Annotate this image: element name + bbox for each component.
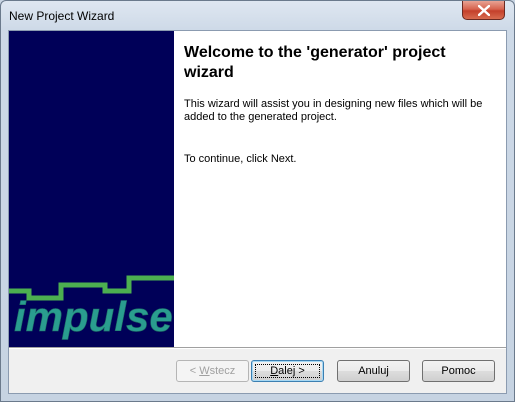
close-icon: [478, 5, 490, 16]
back-button-mnemonic: W: [199, 365, 210, 377]
wizard-client-area: impulse Welcome to the 'generator' proje…: [8, 30, 507, 394]
focus-rect: [255, 364, 320, 378]
wizard-content: Welcome to the 'generator' project wizar…: [174, 31, 506, 347]
cancel-button[interactable]: Anuluj: [337, 360, 410, 382]
window-title: New Project Wizard: [9, 9, 115, 23]
next-button[interactable]: Dalej >: [251, 360, 324, 382]
back-button-prefix: <: [189, 365, 200, 377]
help-button[interactable]: Pomoc: [422, 360, 495, 382]
help-button-label: Pomoc: [441, 365, 476, 377]
back-button-label: stecz: [209, 365, 236, 377]
wizard-side-panel: impulse: [9, 31, 174, 347]
impulse-logo: impulse: [9, 275, 174, 340]
separator-line: [9, 347, 506, 349]
close-button[interactable]: [462, 1, 505, 20]
logo-text: impulse: [14, 293, 173, 340]
page-title: Welcome to the 'generator' project wizar…: [184, 44, 446, 81]
wizard-window: New Project Wizard impulse Welcome to th…: [0, 0, 515, 402]
title-bar[interactable]: New Project Wizard: [1, 1, 514, 31]
page-description: This wizard will assist you in designing…: [184, 98, 483, 123]
back-button[interactable]: < Wstecz: [176, 360, 249, 382]
continue-instruction: To continue, click Next.: [184, 153, 297, 165]
cancel-button-label: Anuluj: [358, 365, 389, 377]
